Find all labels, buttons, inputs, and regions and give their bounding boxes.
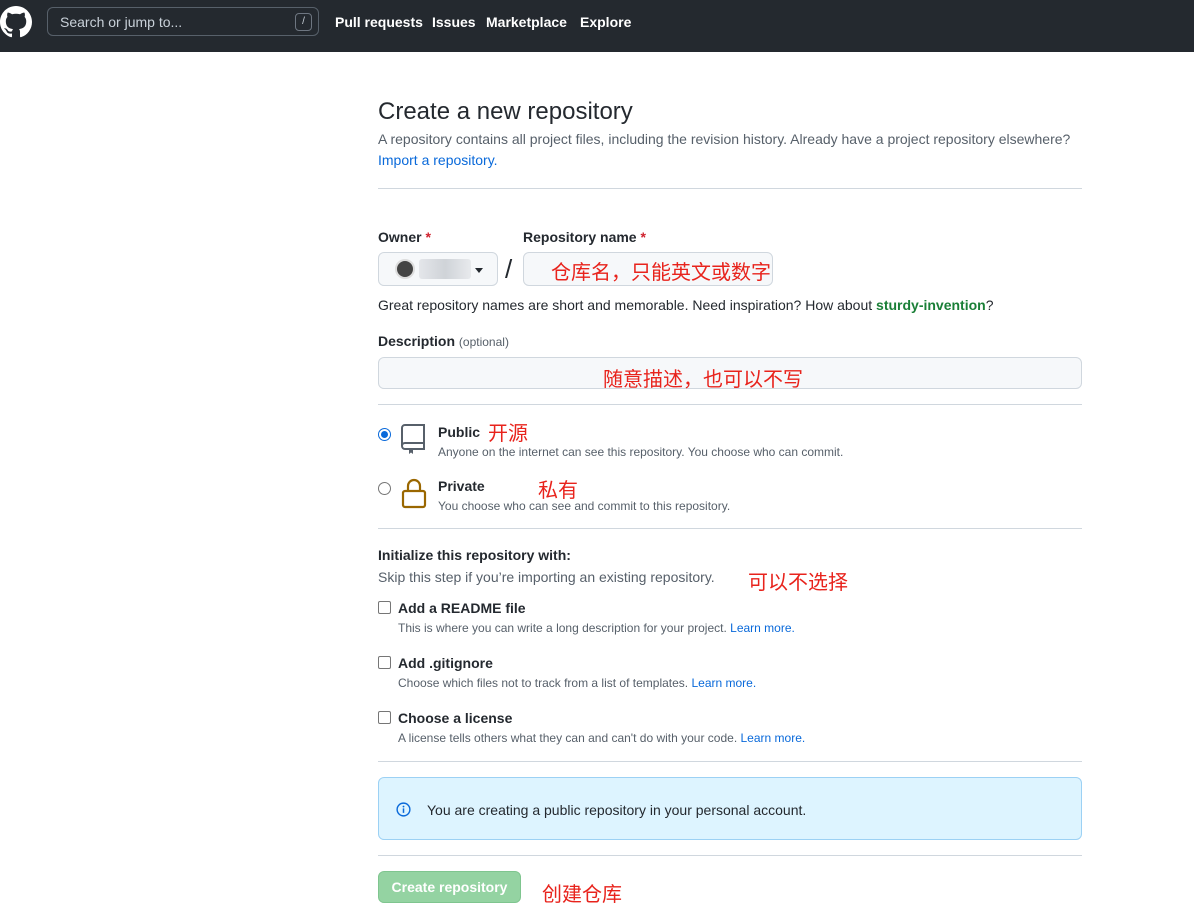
annotation-private: 私有: [538, 478, 578, 502]
public-description: Anyone on the internet can see this repo…: [438, 445, 844, 459]
description-label-text: Description: [378, 333, 456, 349]
divider: [378, 188, 1082, 189]
info-flash: You are creating a public repository in …: [378, 777, 1082, 840]
repo-name-label-text: Repository name: [523, 229, 637, 245]
nav-issues[interactable]: Issues: [432, 14, 476, 30]
github-logo-icon[interactable]: [0, 6, 32, 38]
annotation-repo-name: 仓库名，只能英文或数字: [551, 260, 771, 284]
divider: [378, 761, 1082, 762]
divider: [378, 855, 1082, 856]
description-label: Description (optional): [378, 333, 509, 349]
search-placeholder: Search or jump to...: [60, 14, 183, 30]
learn-more-link[interactable]: Learn more.: [730, 621, 795, 635]
annotation-init: 可以不选择: [748, 570, 848, 594]
annotation-public: 开源: [488, 421, 528, 445]
owner-repo-separator: /: [505, 254, 513, 284]
optional-mark: (optional): [458, 335, 509, 349]
public-title: Public: [438, 424, 481, 440]
search-input[interactable]: Search or jump to... /: [47, 7, 319, 36]
owner-label-text: Owner: [378, 229, 422, 245]
readme-description: This is where you can write a long descr…: [398, 621, 795, 635]
readme-description-text: This is where you can write a long descr…: [398, 621, 731, 635]
divider: [378, 528, 1082, 529]
page-subtitle: A repository contains all project files,…: [378, 131, 1071, 147]
name-suggestion-link[interactable]: sturdy-invention: [876, 297, 986, 313]
chevron-down-icon: [475, 268, 483, 273]
owner-name-redacted: [419, 259, 471, 279]
divider: [378, 404, 1082, 405]
nav-marketplace[interactable]: Marketplace: [486, 14, 567, 30]
repo-name-label: Repository name *: [523, 229, 646, 245]
required-mark: *: [425, 229, 431, 245]
init-section-title: Initialize this repository with:: [378, 547, 571, 563]
nav-pull-requests[interactable]: Pull requests: [335, 14, 423, 30]
annotation-create: 创建仓库: [542, 882, 622, 906]
gitignore-description: Choose which files not to track from a l…: [398, 676, 756, 690]
lock-icon: [401, 478, 427, 509]
learn-more-link[interactable]: Learn more.: [741, 731, 806, 745]
readme-checkbox[interactable]: [378, 601, 391, 614]
info-icon: [396, 802, 411, 817]
required-mark: *: [640, 229, 646, 245]
learn-more-link[interactable]: Learn more.: [691, 676, 756, 690]
private-title: Private: [438, 478, 485, 494]
license-checkbox[interactable]: [378, 711, 391, 724]
gitignore-description-text: Choose which files not to track from a l…: [398, 676, 692, 690]
license-title: Choose a license: [398, 710, 513, 726]
import-repository-link[interactable]: Import a repository.: [378, 152, 498, 168]
info-text: You are creating a public repository in …: [427, 802, 807, 818]
license-description-text: A license tells others what they can and…: [398, 731, 741, 745]
owner-label: Owner *: [378, 229, 431, 245]
init-section-subtitle: Skip this step if you’re importing an ex…: [378, 569, 715, 585]
name-hint: Great repository names are short and mem…: [378, 297, 994, 313]
annotation-description: 随意描述，也可以不写: [603, 367, 803, 391]
name-hint-suffix: ?: [985, 297, 994, 313]
private-radio[interactable]: [378, 482, 391, 495]
public-radio[interactable]: [378, 428, 391, 441]
gitignore-checkbox[interactable]: [378, 656, 391, 669]
page-title: Create a new repository: [378, 98, 633, 125]
top-header: Search or jump to... / Pull requests Iss…: [0, 0, 1194, 52]
nav-explore[interactable]: Explore: [580, 14, 631, 30]
repo-icon: [401, 424, 425, 454]
avatar: [395, 259, 415, 279]
gitignore-title: Add .gitignore: [398, 655, 493, 671]
license-description: A license tells others what they can and…: [398, 731, 805, 745]
name-hint-prefix: Great repository names are short and mem…: [378, 297, 877, 313]
readme-title: Add a README file: [398, 600, 526, 616]
create-repository-button[interactable]: Create repository: [378, 871, 521, 903]
owner-select[interactable]: [378, 252, 498, 286]
search-shortcut-badge: /: [295, 13, 312, 31]
private-description: You choose who can see and commit to thi…: [438, 499, 731, 513]
